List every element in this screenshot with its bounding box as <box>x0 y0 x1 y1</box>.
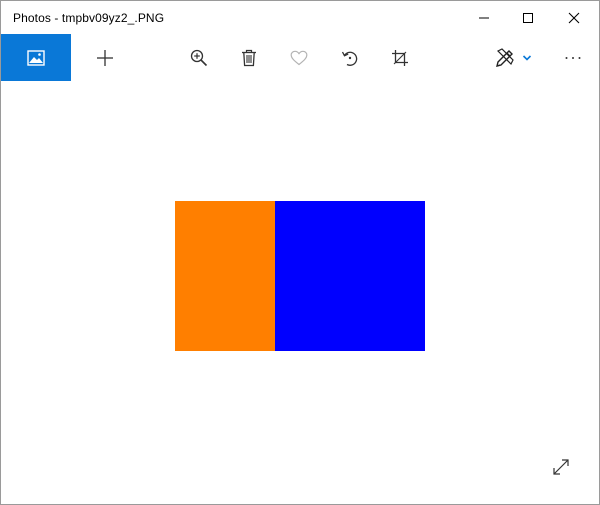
close-icon <box>568 12 580 23</box>
zoom-in-button[interactable] <box>179 34 219 81</box>
photos-window: Photos - tmpbv09yz2_.PNG <box>0 0 600 505</box>
displayed-image <box>175 201 425 351</box>
edit-create-icon <box>496 47 514 67</box>
add-button[interactable] <box>85 34 125 81</box>
crop-icon <box>392 49 408 66</box>
toolbar <box>1 34 599 81</box>
maximize-button[interactable] <box>505 1 551 34</box>
image-viewer[interactable] <box>1 81 599 504</box>
edit-create-button[interactable] <box>487 34 539 81</box>
gallery-icon <box>27 49 45 66</box>
rotate-button[interactable] <box>330 34 370 81</box>
close-button[interactable] <box>551 1 597 34</box>
heart-icon <box>290 50 308 65</box>
chevron-down-icon <box>522 54 532 61</box>
fullscreen-button[interactable] <box>547 453 575 481</box>
delete-icon <box>242 49 256 66</box>
rotate-icon <box>341 51 358 66</box>
minimize-icon <box>479 17 489 18</box>
orange-block <box>175 201 275 351</box>
delete-button[interactable] <box>229 34 269 81</box>
crop-button[interactable] <box>380 34 420 81</box>
more-options-button[interactable] <box>553 34 593 81</box>
fullscreen-icon <box>553 459 569 475</box>
add-icon <box>97 49 113 66</box>
window-title: Photos - tmpbv09yz2_.PNG <box>13 11 165 25</box>
favorite-button[interactable] <box>279 34 319 81</box>
more-icon <box>565 56 581 59</box>
gallery-button[interactable] <box>1 34 71 81</box>
minimize-button[interactable] <box>461 1 507 34</box>
zoom-in-icon <box>190 49 208 66</box>
title-bar: Photos - tmpbv09yz2_.PNG <box>1 1 599 34</box>
blue-block <box>275 201 425 351</box>
maximize-icon <box>523 12 533 23</box>
